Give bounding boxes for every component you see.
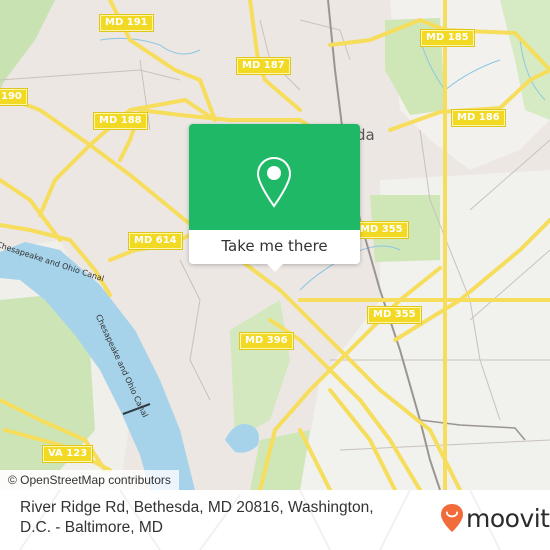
map-pin-icon bbox=[256, 156, 292, 208]
take-me-there-button[interactable]: Take me there bbox=[189, 230, 360, 264]
road-shield-va123: VA 123 bbox=[41, 445, 94, 463]
road-shield-md396: MD 396 bbox=[239, 332, 294, 350]
road-shield-md186: MD 186 bbox=[451, 109, 506, 127]
road-shield-md188: MD 188 bbox=[93, 112, 148, 130]
popup-header bbox=[189, 124, 360, 230]
moovit-wordmark: moovit bbox=[466, 503, 550, 533]
address-text: River Ridge Rd, Bethesda, MD 20816, Wash… bbox=[20, 499, 374, 536]
road-shield-md355-north: MD 355 bbox=[354, 221, 409, 239]
road-shield-md187: MD 187 bbox=[236, 57, 291, 75]
map-view[interactable]: MD 191 MD 187 MD 185 190 MD 188 MD 186 M… bbox=[0, 0, 550, 490]
road-shield-md191: MD 191 bbox=[99, 14, 154, 32]
footer: River Ridge Rd, Bethesda, MD 20816, Wash… bbox=[0, 490, 550, 550]
road-shield-md614: MD 614 bbox=[128, 232, 183, 250]
road-shield-190: 190 bbox=[0, 88, 28, 106]
map-attribution[interactable]: © OpenStreetMap contributors bbox=[0, 470, 179, 490]
moovit-pin-icon bbox=[441, 504, 463, 532]
road-shield-md185: MD 185 bbox=[420, 29, 475, 47]
location-popup: Take me there bbox=[189, 124, 360, 272]
road-shield-md355-south: MD 355 bbox=[367, 306, 422, 324]
moovit-logo[interactable]: moovit bbox=[440, 503, 550, 533]
popup-tail bbox=[267, 264, 283, 272]
